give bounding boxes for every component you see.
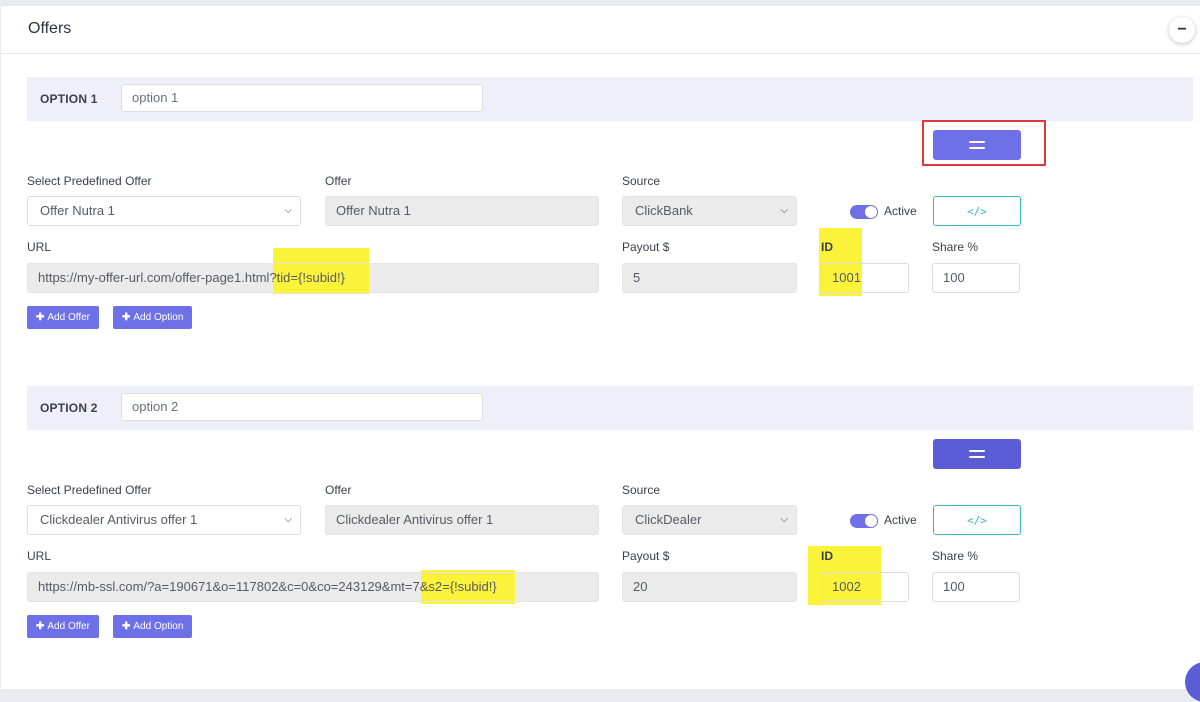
annotation-box: [922, 120, 1046, 166]
url-field[interactable]: https://mb-ssl.com/?a=190671&o=117802&c=…: [27, 572, 599, 602]
active-label: Active: [884, 513, 917, 527]
id-label: ID: [821, 549, 833, 563]
predefined-offer-label: Select Predefined Offer: [27, 483, 152, 497]
payout-label: Payout $: [622, 240, 670, 254]
page-title: Offers: [28, 20, 72, 37]
option-name-input[interactable]: option 2: [121, 393, 483, 421]
plus-icon: ✚: [122, 312, 131, 323]
code-icon-button[interactable]: </>: [933, 196, 1021, 226]
id-field[interactable]: 1002: [821, 572, 909, 602]
option-bar: OPTION 2 option 2: [27, 386, 1193, 430]
plus-icon: ✚: [36, 621, 45, 632]
share-label: Share %: [932, 240, 979, 254]
add-offer-button[interactable]: ✚ Add Offer: [27, 306, 100, 329]
chevron-down-icon: ⌵: [284, 514, 292, 525]
predefined-offer-value: Clickdealer Antivirus offer 1: [40, 512, 198, 527]
add-offer-label: Add Offer: [47, 621, 91, 632]
offer-field[interactable]: Offer Nutra 1: [325, 196, 599, 226]
offer-field[interactable]: Clickdealer Antivirus offer 1: [325, 505, 599, 535]
url-label: URL: [27, 240, 52, 254]
code-icon: </>: [967, 204, 987, 218]
share-field[interactable]: 100: [932, 572, 1020, 602]
url-prefix: https://mb-ssl.com/?a=190671&o=117802&c=…: [38, 579, 413, 594]
url-field[interactable]: https://my-offer-url.com/offer-page1.htm…: [27, 263, 599, 293]
plus-icon: ✚: [36, 312, 45, 323]
add-option-button[interactable]: ✚ Add Option: [113, 615, 193, 638]
payout-label: Payout $: [622, 549, 670, 563]
url-highlight: ?tid={!subid!}: [269, 270, 345, 285]
predefined-offer-label: Select Predefined Offer: [27, 174, 152, 188]
chevron-down-icon: ⌵: [780, 514, 788, 525]
active-toggle[interactable]: [850, 205, 878, 219]
payout-field[interactable]: 20: [622, 572, 797, 602]
drag-handle-button[interactable]: [933, 439, 1021, 469]
id-label: ID: [821, 240, 833, 254]
option-label: OPTION 1: [40, 92, 98, 106]
plus-icon: ✚: [122, 621, 131, 632]
add-option-label: Add Option: [133, 312, 184, 323]
option-bar: OPTION 1 option 1: [27, 77, 1193, 121]
card-header: Offers −: [1, 6, 1200, 54]
drag-handle-icon-line: [969, 456, 985, 458]
collapse-button[interactable]: −: [1169, 17, 1195, 43]
share-field[interactable]: 100: [932, 263, 1020, 293]
source-value: ClickDealer: [635, 512, 702, 527]
option-label: OPTION 2: [40, 401, 98, 415]
url-label: URL: [27, 549, 52, 563]
option-name-input[interactable]: option 1: [121, 84, 483, 112]
add-option-button[interactable]: ✚ Add Option: [113, 306, 193, 329]
id-field[interactable]: 1001: [821, 263, 909, 293]
chevron-down-icon: ⌵: [780, 205, 788, 216]
code-icon-button[interactable]: </>: [933, 505, 1021, 535]
source-select[interactable]: ClickBank ⌵: [622, 196, 797, 226]
source-select[interactable]: ClickDealer ⌵: [622, 505, 797, 535]
source-value: ClickBank: [635, 203, 693, 218]
active-toggle[interactable]: [850, 514, 878, 528]
url-highlight: 7&s2={!subid!}: [412, 579, 497, 594]
url-prefix: https://my-offer-url.com/offer-page1.htm…: [38, 270, 270, 285]
option-block-2: OPTION 2 option 2 Select Predefined Offe…: [27, 386, 1193, 646]
code-icon: </>: [967, 513, 987, 527]
share-label: Share %: [932, 549, 979, 563]
offer-label: Offer: [325, 174, 352, 188]
add-option-label: Add Option: [133, 621, 184, 632]
add-offer-button[interactable]: ✚ Add Offer: [27, 615, 100, 638]
predefined-offer-value: Offer Nutra 1: [40, 203, 115, 218]
drag-handle-icon: [969, 450, 985, 452]
chevron-down-icon: ⌵: [284, 205, 292, 216]
offer-label: Offer: [325, 483, 352, 497]
source-label: Source: [622, 483, 661, 497]
source-label: Source: [622, 174, 661, 188]
add-offer-label: Add Offer: [47, 312, 91, 323]
active-label: Active: [884, 204, 917, 218]
predefined-offer-select[interactable]: Offer Nutra 1 ⌵: [27, 196, 301, 226]
payout-field[interactable]: 5: [622, 263, 797, 293]
predefined-offer-select[interactable]: Clickdealer Antivirus offer 1 ⌵: [27, 505, 301, 535]
option-block-1: OPTION 1 option 1 Select Predefined Offe…: [27, 77, 1193, 337]
